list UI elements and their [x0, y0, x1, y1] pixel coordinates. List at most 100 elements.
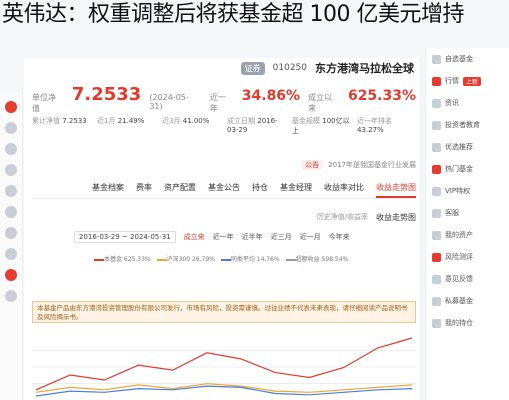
- chart-filters: 2016-03-29 ~ 2024-05-31 成立来 近一年 近半年 近三月 近一月今…: [74, 230, 416, 244]
- since-label: 成立以来: [308, 93, 333, 113]
- sidebar-item-label: 私募基金: [445, 297, 473, 305]
- sidebar-item-label: 意见反馈: [445, 275, 473, 283]
- sidebar-item-icon: [432, 98, 441, 108]
- section-subtitle: 历史净值/收益率: [316, 213, 368, 221]
- nav-value: 7.2533: [71, 84, 142, 105]
- legend-label: 超额收益 598.54%: [295, 255, 349, 263]
- right-sidebar: 自选基金 行情 上新资讯投资者教育优选推荐热门基金 VIP特权客服我的资产风险测评意见…: [425, 48, 509, 400]
- period-chip[interactable]: 今年来: [329, 232, 350, 242]
- sidebar-item-label: VIP特权: [445, 187, 471, 195]
- stat-label: 成立日期: [227, 117, 258, 125]
- home-icon[interactable]: [5, 101, 17, 113]
- tab-item[interactable]: 基金公告: [208, 182, 240, 198]
- period-chip[interactable]: 近半年: [242, 232, 263, 242]
- tab-item[interactable]: 基金档案: [92, 182, 124, 198]
- sidebar-item[interactable]: 优选推荐: [426, 136, 509, 158]
- tab-item[interactable]: 资产配置: [164, 182, 196, 198]
- period-chip[interactable]: 近一月: [300, 232, 321, 242]
- legend-swatch: [94, 258, 104, 261]
- sidebar-item[interactable]: 热门基金: [426, 158, 509, 180]
- tab-item[interactable]: 收益走势图: [376, 182, 416, 198]
- series-line-2: [35, 385, 413, 397]
- stat-item: 近一年排名 43.27%: [357, 116, 416, 150]
- sidebar-item-icon: [432, 318, 441, 328]
- sidebar-item-label: 资讯: [445, 99, 459, 107]
- return-chart: [32, 337, 416, 397]
- notice-row[interactable]: 公告 2017年是我国基金行业发展: [32, 158, 416, 172]
- chart-icon[interactable]: [5, 143, 17, 155]
- legend-item[interactable]: 沪深300 26.79%: [156, 254, 215, 263]
- stat-value: 7.2533: [62, 117, 87, 125]
- sidebar-item-icon: [432, 252, 441, 262]
- sidebar-item[interactable]: 意见反馈: [426, 268, 509, 290]
- fund-name: 东方港湾马拉松全球: [315, 62, 414, 75]
- sidebar-item-label: 优选推荐: [445, 143, 473, 151]
- price-row: 单位净值 7.2533 (2024-05-31) 近一年 34.86% 成立以来…: [32, 84, 416, 113]
- sidebar-item-label: 客服: [445, 209, 459, 217]
- tab-item[interactable]: 持仓: [252, 182, 268, 198]
- sidebar-item-label: 热门基金: [445, 165, 473, 173]
- sidebar-item[interactable]: 投资者教育: [426, 114, 509, 136]
- title-row: 证券 010250 东方港湾马拉松全球: [34, 58, 414, 78]
- notice-tag: 公告: [302, 160, 323, 170]
- sidebar-item-icon: [432, 120, 441, 130]
- tab-item[interactable]: 收益率对比: [324, 182, 364, 198]
- sidebar-item[interactable]: 客服: [426, 202, 509, 224]
- stat-label: 累计净值: [32, 117, 63, 125]
- tab-item[interactable]: 费率: [136, 182, 152, 198]
- period-chip[interactable]: 成立来: [184, 232, 205, 242]
- fund-code: 010250: [272, 63, 307, 73]
- stat-value: 41.00%: [182, 117, 210, 125]
- stat-value: 43.27%: [357, 126, 384, 134]
- left-toolbar: [0, 92, 23, 400]
- legend-swatch: [156, 258, 167, 261]
- legend-label: 沪深300 26.79%: [166, 255, 215, 263]
- legend-item[interactable]: 超额收益 598.54%: [285, 254, 349, 263]
- search-icon[interactable]: [5, 248, 17, 260]
- fund-type-pill: 证券: [240, 61, 265, 75]
- stat-label: 近1月: [97, 117, 118, 125]
- sidebar-item-icon: [432, 186, 441, 196]
- stat-label: 基金规模: [292, 117, 323, 125]
- user-icon[interactable]: [5, 206, 17, 218]
- sidebar-item[interactable]: 我的资产: [426, 224, 509, 246]
- chart-legend: 本基金 625.33% 沪深300 26.79% 同类平均 14.76% 超额收益 5…: [94, 253, 416, 263]
- sidebar-item[interactable]: 风险测评: [426, 246, 509, 268]
- stat-label: 近一年排名: [357, 117, 392, 125]
- sidebar-item-label: 行情: [445, 77, 459, 85]
- help-icon[interactable]: [5, 290, 17, 302]
- stat-item: 累计净值 7.2533: [32, 116, 91, 150]
- sidebar-item[interactable]: 私募基金: [426, 290, 509, 312]
- sidebar-item[interactable]: 行情 上新: [426, 70, 509, 92]
- stat-label: 近3月: [162, 117, 183, 125]
- change-value: 34.86%: [241, 88, 301, 104]
- stat-value: 21.49%: [117, 117, 145, 125]
- sidebar-item-icon: [432, 164, 441, 174]
- sidebar-item-icon: [432, 296, 441, 306]
- legend-swatch: [285, 258, 296, 261]
- sidebar-item[interactable]: VIP特权: [426, 180, 509, 202]
- bell-icon[interactable]: [5, 185, 17, 197]
- period-chip[interactable]: 近三月: [271, 232, 292, 242]
- sidebar-item-icon: [432, 54, 441, 64]
- sidebar-item-icon: [432, 76, 441, 86]
- sidebar-item[interactable]: 我的持仓: [426, 312, 509, 334]
- series-line-0: [35, 337, 413, 391]
- fund-detail-panel: 证券 010250 东方港湾马拉松全球 单位净值 7.2533 (2024-05…: [24, 58, 419, 400]
- sidebar-item-label: 我的持仓: [445, 319, 473, 327]
- section-title-row: 历史净值/收益率 收益走势图: [32, 210, 416, 224]
- sidebar-item[interactable]: 自选基金: [426, 48, 509, 70]
- sidebar-item-label: 风险测评: [445, 253, 473, 261]
- legend-item[interactable]: 本基金 625.33%: [94, 254, 151, 263]
- list-icon[interactable]: [5, 122, 17, 134]
- fire-icon[interactable]: [5, 269, 17, 281]
- star-icon[interactable]: [5, 164, 17, 176]
- settings-icon[interactable]: [5, 227, 17, 239]
- sidebar-item-icon: [432, 230, 441, 240]
- legend-item[interactable]: 同类平均 14.76%: [220, 254, 280, 263]
- date-range-picker[interactable]: 2016-03-29 ~ 2024-05-31: [74, 231, 176, 243]
- period-chip[interactable]: 近一年: [213, 232, 234, 242]
- tab-item[interactable]: 基金经理: [280, 182, 312, 198]
- sidebar-item-icon: [432, 142, 441, 152]
- sidebar-item[interactable]: 资讯: [426, 92, 509, 114]
